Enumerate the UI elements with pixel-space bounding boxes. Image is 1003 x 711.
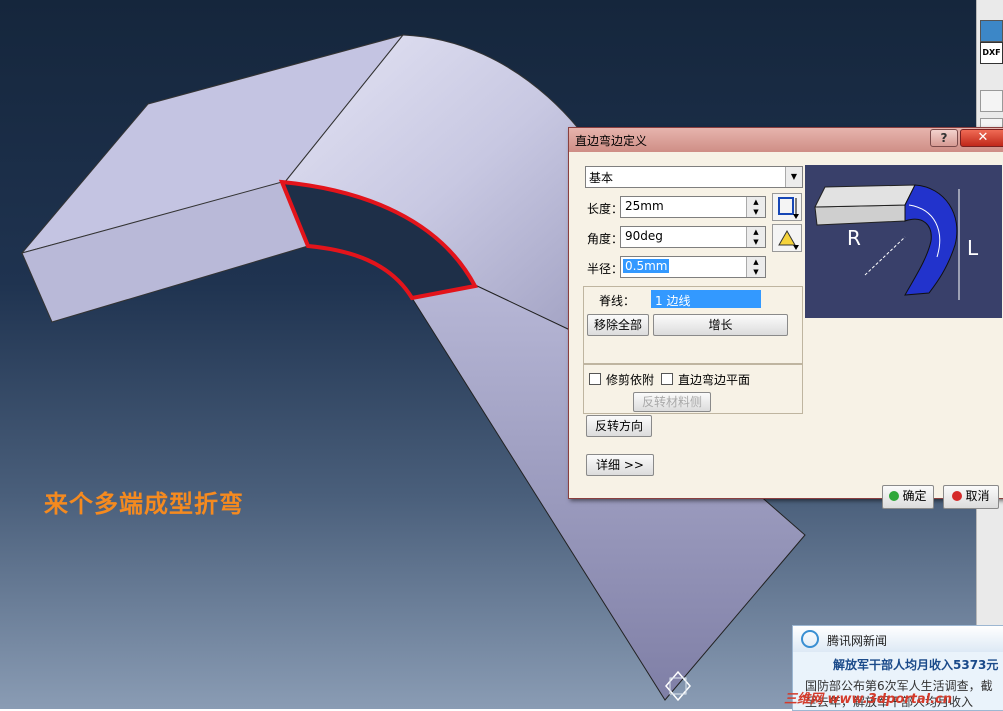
chevron-down-icon[interactable]: ▼: [785, 167, 802, 187]
dialog-title: 直边弯边定义: [575, 134, 648, 148]
notification-header: 腾讯网新闻: [793, 626, 1003, 652]
length-spinner[interactable]: ▲ ▼: [746, 197, 765, 217]
ok-button[interactable]: 确定: [882, 485, 934, 509]
trim-support-checkbox[interactable]: 修剪依附: [589, 371, 654, 388]
help-button[interactable]: ?: [930, 129, 958, 147]
flange-definition-dialog: 直边弯边定义 ? ✕ 基本 ▼ 长度： 25mm ▲ ▼ 角度： 90deg ▲ ▼…: [568, 127, 1003, 509]
length-label: 长度：: [587, 202, 624, 216]
angle-type-icon[interactable]: [772, 224, 802, 252]
extend-button[interactable]: 增长: [653, 314, 788, 336]
radius-label: 半径：: [587, 262, 624, 276]
toolbar-grid-icon[interactable]: [980, 90, 1003, 112]
notification-source: 腾讯网新闻: [827, 634, 888, 648]
toolbar-blue-icon[interactable]: [980, 20, 1003, 42]
dialog-titlebar[interactable]: 直边弯边定义 ? ✕: [569, 128, 1003, 152]
flange-type-select[interactable]: 基本 ▼: [585, 166, 803, 188]
remove-all-button[interactable]: 移除全部: [587, 314, 649, 336]
cancel-icon: [952, 491, 963, 501]
angle-spinner[interactable]: ▲ ▼: [746, 227, 765, 247]
cancel-button[interactable]: 取消: [943, 485, 999, 509]
preview-r-label: R: [847, 226, 861, 250]
length-field[interactable]: 25mm ▲ ▼: [620, 196, 766, 218]
flange-preview-image: R L: [805, 165, 1002, 318]
angle-field[interactable]: 90deg ▲ ▼: [620, 226, 766, 248]
dxf-icon[interactable]: DXF: [980, 42, 1003, 64]
reverse-material-button[interactable]: 反转材料侧: [633, 392, 711, 412]
reverse-direction-button[interactable]: 反转方向: [586, 415, 652, 437]
spine-label: 脊线：: [599, 294, 636, 308]
preview-l-label: L: [967, 236, 979, 260]
close-button[interactable]: ✕: [960, 129, 1003, 147]
tencent-news-icon: [801, 630, 819, 648]
caption-text: 来个多端成型折弯: [44, 490, 244, 518]
radius-field[interactable]: 0.5mm ▲ ▼: [620, 256, 766, 278]
radius-spinner[interactable]: ▲ ▼: [746, 257, 765, 277]
ok-icon: [889, 491, 900, 501]
angle-label: 角度：: [587, 232, 624, 246]
spine-field[interactable]: 1 边线: [651, 290, 761, 308]
length-type-icon[interactable]: [772, 193, 802, 221]
notification-headline[interactable]: 解放军干部人均月收入5373元: [833, 656, 998, 673]
flange-plane-checkbox[interactable]: 直边弯边平面: [661, 371, 750, 388]
more-button[interactable]: 详细 >>: [586, 454, 654, 476]
watermark: 三维网 www.3dportal.cn: [784, 692, 953, 707]
